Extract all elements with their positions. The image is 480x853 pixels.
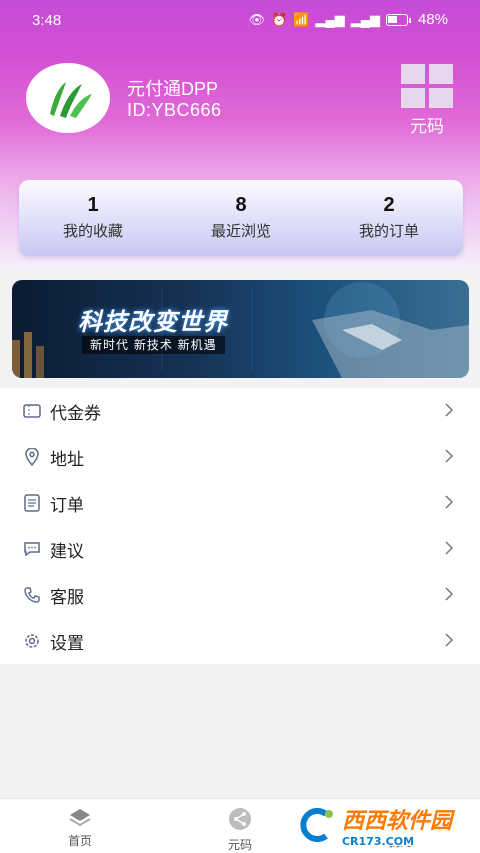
chat-bubble-icon <box>22 539 42 559</box>
menu-item-label: 建议 <box>50 541 84 562</box>
signal-icon-2: ▂▄▆ <box>350 11 380 27</box>
promo-banner[interactable]: 科技改变世界 新时代 新技术 新机遇 <box>12 280 469 378</box>
menu-item-vouchers[interactable]: 代金券 <box>0 388 480 434</box>
menu-item-label: 代金券 <box>50 403 101 424</box>
menu-item-label: 地址 <box>50 449 84 470</box>
cr-logo-icon <box>300 808 333 842</box>
stat-label: 最近浏览 <box>210 222 271 240</box>
stat-value: 8 <box>235 194 247 216</box>
stat-label: 我的收藏 <box>62 222 123 240</box>
tab-home[interactable]: 首页 <box>0 799 160 853</box>
menu-item-label: 订单 <box>50 495 84 516</box>
menu-item-orders[interactable]: 订单 <box>0 480 480 526</box>
menu-item-settings[interactable]: 设置 <box>0 618 480 664</box>
menu-item-suggestions[interactable]: 建议 <box>0 526 480 572</box>
tab-label: 首页 <box>67 834 92 848</box>
user-id: ID:YBC666 <box>127 100 222 120</box>
banner-subtitle: 新时代 新技术 新机遇 <box>82 336 225 354</box>
stat-orders[interactable]: 2 我的订单 <box>315 180 463 256</box>
location-pin-icon <box>22 447 42 467</box>
qr-label: 元码 <box>410 117 444 137</box>
battery-icon <box>385 13 411 26</box>
signal-icon: ▂▄▆ <box>315 11 345 27</box>
watermark-sub: CR173.COM <box>341 834 415 848</box>
watermark-logo: 西西软件园 CR173.COM <box>289 804 458 848</box>
menu-item-label: 客服 <box>50 587 84 608</box>
stat-recent-views[interactable]: 8 最近浏览 <box>167 180 315 256</box>
eye-icon: 👁 <box>248 11 266 27</box>
menu-item-customer-service[interactable]: 客服 <box>0 572 480 618</box>
wifi-icon: 📶 <box>293 11 310 27</box>
ticket-icon <box>22 401 42 421</box>
stat-favorites[interactable]: 1 我的收藏 <box>19 180 167 256</box>
qr-code-button[interactable]: 元码 <box>400 64 454 137</box>
app-name: 元付通DPP <box>127 79 219 99</box>
menu-item-label: 设置 <box>50 633 84 654</box>
chevron-right-icon <box>444 632 454 652</box>
stats-card: 1 我的收藏 8 最近浏览 2 我的订单 <box>19 180 463 256</box>
battery-percent: 48% <box>417 11 448 28</box>
gear-icon <box>22 631 42 651</box>
avatar[interactable] <box>26 63 110 133</box>
alarm-icon: ⏰ <box>271 11 288 27</box>
chevron-right-icon <box>444 448 454 468</box>
qr-code-icon <box>401 64 453 108</box>
menu-item-address[interactable]: 地址 <box>0 434 480 480</box>
menu-list: 代金券 地址 订单 建议 客服 设置 <box>0 388 480 664</box>
status-bar: 3:48 👁 ⏰ 📶 ▂▄▆ ▂▄▆ 48% <box>0 0 480 42</box>
stat-label: 我的订单 <box>358 222 419 240</box>
banner-title: 科技改变世界 <box>78 308 228 336</box>
status-icons: 👁 ⏰ 📶 ▂▄▆ ▂▄▆ 48% <box>249 11 448 28</box>
stat-value: 1 <box>87 194 99 216</box>
leaf-logo-icon <box>50 82 92 118</box>
order-list-icon <box>22 493 42 513</box>
status-time: 3:48 <box>32 12 62 29</box>
chevron-right-icon <box>444 540 454 560</box>
stat-value: 2 <box>383 194 395 216</box>
chevron-right-icon <box>444 586 454 606</box>
chevron-right-icon <box>444 494 454 514</box>
home-icon <box>0 807 160 830</box>
watermark-text: 西西软件园 <box>341 808 452 834</box>
chevron-right-icon <box>444 402 454 422</box>
phone-icon <box>22 585 42 605</box>
